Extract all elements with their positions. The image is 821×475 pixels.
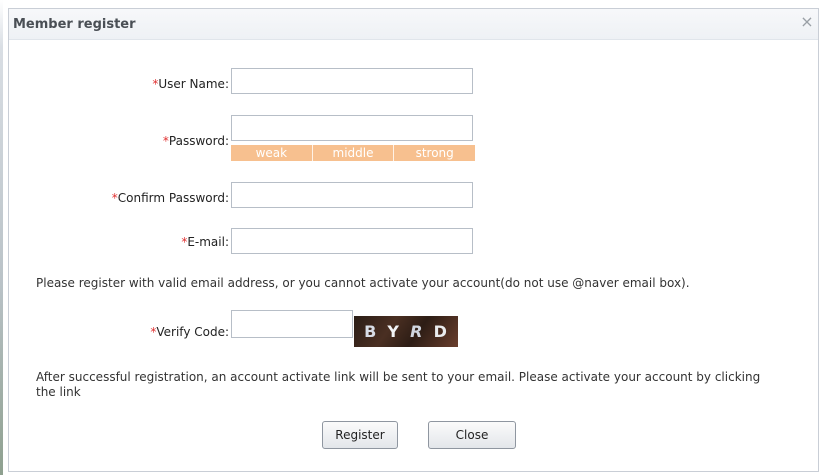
dialog-titlebar: Member register × (9, 9, 818, 40)
captcha-char: Y (387, 322, 401, 341)
password-label: *Password: (29, 134, 229, 148)
verify-label-text: Verify Code: (156, 325, 229, 339)
password-input[interactable] (231, 115, 473, 141)
strength-weak: weak (255, 146, 288, 160)
email-note: Please register with valid email address… (36, 276, 690, 290)
confirm-label-text: Confirm Password: (117, 191, 229, 205)
captcha-char: B (364, 322, 378, 341)
username-label-text: User Name: (158, 77, 229, 91)
password-strength-meter: weak middle strong (231, 145, 475, 161)
strength-strong: strong (393, 145, 475, 161)
password-label-text: Password: (168, 134, 229, 148)
verify-code-label: *Verify Code: (29, 325, 229, 339)
captcha-image[interactable]: B Y R D (354, 316, 458, 347)
email-input[interactable] (231, 228, 473, 254)
email-label-text: E-mail: (187, 235, 229, 249)
strength-middle: middle (311, 145, 394, 161)
member-register-dialog: Member register × *User Name: *Password:… (8, 8, 819, 472)
dialog-title: Member register (13, 17, 136, 32)
captcha-char: R (410, 322, 424, 341)
register-button[interactable]: Register (322, 421, 398, 449)
email-label: *E-mail: (29, 235, 229, 249)
username-input[interactable] (231, 68, 473, 94)
close-icon[interactable]: × (800, 14, 814, 30)
captcha-char: D (433, 322, 448, 341)
activation-note: After successful registration, an accoun… (36, 370, 761, 399)
window-edge (0, 0, 3, 475)
confirm-password-input[interactable] (231, 182, 473, 208)
verify-code-input[interactable] (231, 310, 353, 338)
close-button[interactable]: Close (428, 421, 516, 449)
username-label: *User Name: (29, 77, 229, 91)
confirm-password-label: *Confirm Password: (29, 191, 229, 205)
